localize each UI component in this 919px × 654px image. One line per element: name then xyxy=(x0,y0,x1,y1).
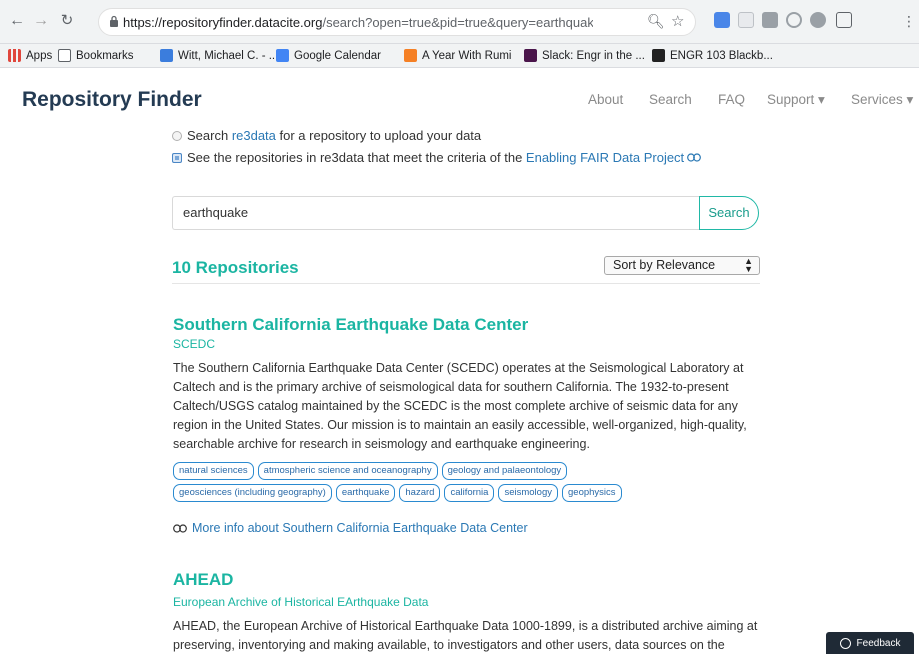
lock-icon xyxy=(110,15,118,27)
extension-g-icon[interactable] xyxy=(762,12,778,28)
repo-description-ahead: AHEAD, the European Archive of Historica… xyxy=(173,619,758,652)
menu-kebab-icon[interactable]: ⋮ xyxy=(898,10,919,32)
tag[interactable]: hazard xyxy=(399,484,441,502)
search-button[interactable]: Search xyxy=(699,196,759,230)
bookmark-rumi[interactable]: A Year With Rumi xyxy=(404,49,511,62)
search-input[interactable]: earthquake xyxy=(172,196,699,230)
nav-support[interactable]: Support ▾ xyxy=(767,92,825,108)
tag[interactable]: geophysics xyxy=(562,484,622,502)
option-fair-data[interactable]: See the repositories in re3data that mee… xyxy=(172,150,702,165)
radio-search-re3data[interactable] xyxy=(172,130,182,141)
cast-icon[interactable] xyxy=(836,12,852,28)
slack-icon xyxy=(524,49,537,62)
circle-extension-icon[interactable] xyxy=(786,12,802,28)
apps-grid-icon xyxy=(8,49,21,62)
browser-toolbar: ← → ↻ https://repositoryfinder.datacite.… xyxy=(0,0,919,44)
nav-about[interactable]: About xyxy=(588,92,623,107)
bookmark-star-icon[interactable]: ☆ xyxy=(671,12,684,30)
select-arrows-icon: ▲ ▼ xyxy=(744,256,753,274)
link-icon xyxy=(687,153,702,162)
bookmark-slack[interactable]: Slack: Engr in the ... xyxy=(524,49,645,62)
repo-description-scedc: The Southern California Earthquake Data … xyxy=(173,361,747,451)
repo-title-ahead[interactable]: AHEAD xyxy=(173,570,233,590)
back-arrow-icon[interactable]: ← xyxy=(6,10,28,32)
url-text: https://repositoryfinder.datacite.org/se… xyxy=(123,15,593,30)
divider xyxy=(172,283,760,284)
translate-extension-icon[interactable] xyxy=(714,12,730,28)
blogger-icon xyxy=(404,49,417,62)
forward-arrow-icon[interactable]: → xyxy=(30,10,52,32)
bookmark-bookmarks[interactable]: Bookmarks xyxy=(58,49,134,62)
document-extension-icon[interactable] xyxy=(738,12,754,28)
option-search-re3data[interactable]: Search re3data for a repository to uploa… xyxy=(172,128,481,143)
bookmark-apps[interactable]: Apps xyxy=(8,49,52,62)
nav-faq[interactable]: FAQ xyxy=(718,92,745,107)
tag-list-scedc: natural sciences atmospheric science and… xyxy=(173,462,763,506)
nav-services[interactable]: Services ▾ xyxy=(851,92,913,108)
directory-icon xyxy=(160,49,173,62)
tag[interactable]: seismology xyxy=(498,484,558,502)
bookmark-witt[interactable]: Witt, Michael C. - ... xyxy=(160,49,278,62)
feedback-button[interactable]: Feedback xyxy=(826,632,914,654)
tag[interactable]: natural sciences xyxy=(173,462,254,480)
feedback-icon xyxy=(839,637,851,649)
sort-select[interactable]: Sort by Relevance ▲ ▼ xyxy=(604,256,760,275)
repo-subtitle-scedc: SCEDC xyxy=(173,337,216,351)
bookmark-google-calendar[interactable]: Google Calendar xyxy=(276,49,381,62)
repo-title-scedc[interactable]: Southern California Earthquake Data Cent… xyxy=(173,315,528,335)
bookmark-engr[interactable]: ENGR 103 Blackb... xyxy=(652,49,773,62)
reload-icon[interactable]: ↻ xyxy=(56,10,78,32)
re3data-link[interactable]: re3data xyxy=(232,128,276,143)
calendar-icon xyxy=(276,49,289,62)
zoom-icon[interactable]: 🔍︎ xyxy=(647,13,665,30)
site-header: Repository Finder About Search FAQ Suppo… xyxy=(0,68,919,128)
site-brand[interactable]: Repository Finder xyxy=(22,88,202,112)
cloud-extension-icon[interactable] xyxy=(810,12,826,28)
bookmarks-bar: Apps Bookmarks Witt, Michael C. - ... Go… xyxy=(0,44,919,68)
results-count: 10 Repositories xyxy=(172,258,299,277)
link-icon xyxy=(173,523,187,533)
folder-icon xyxy=(58,49,71,62)
radio-fair-data[interactable] xyxy=(172,152,182,163)
tag[interactable]: atmospheric science and oceanography xyxy=(257,462,438,480)
more-info-link-scedc[interactable]: More info about Southern California Eart… xyxy=(173,521,528,535)
tag[interactable]: geosciences (including geography) xyxy=(173,484,332,502)
tag[interactable]: earthquake xyxy=(335,484,396,502)
nav-search[interactable]: Search xyxy=(649,92,692,107)
address-bar[interactable]: https://repositoryfinder.datacite.org/se… xyxy=(98,8,696,36)
blackboard-icon xyxy=(652,49,665,62)
fair-data-link[interactable]: Enabling FAIR Data Project xyxy=(526,150,684,165)
tag[interactable]: california xyxy=(444,484,495,502)
tag[interactable]: geology and palaeontology xyxy=(441,462,568,480)
repo-subtitle-ahead: European Archive of Historical EArthquak… xyxy=(173,595,429,609)
